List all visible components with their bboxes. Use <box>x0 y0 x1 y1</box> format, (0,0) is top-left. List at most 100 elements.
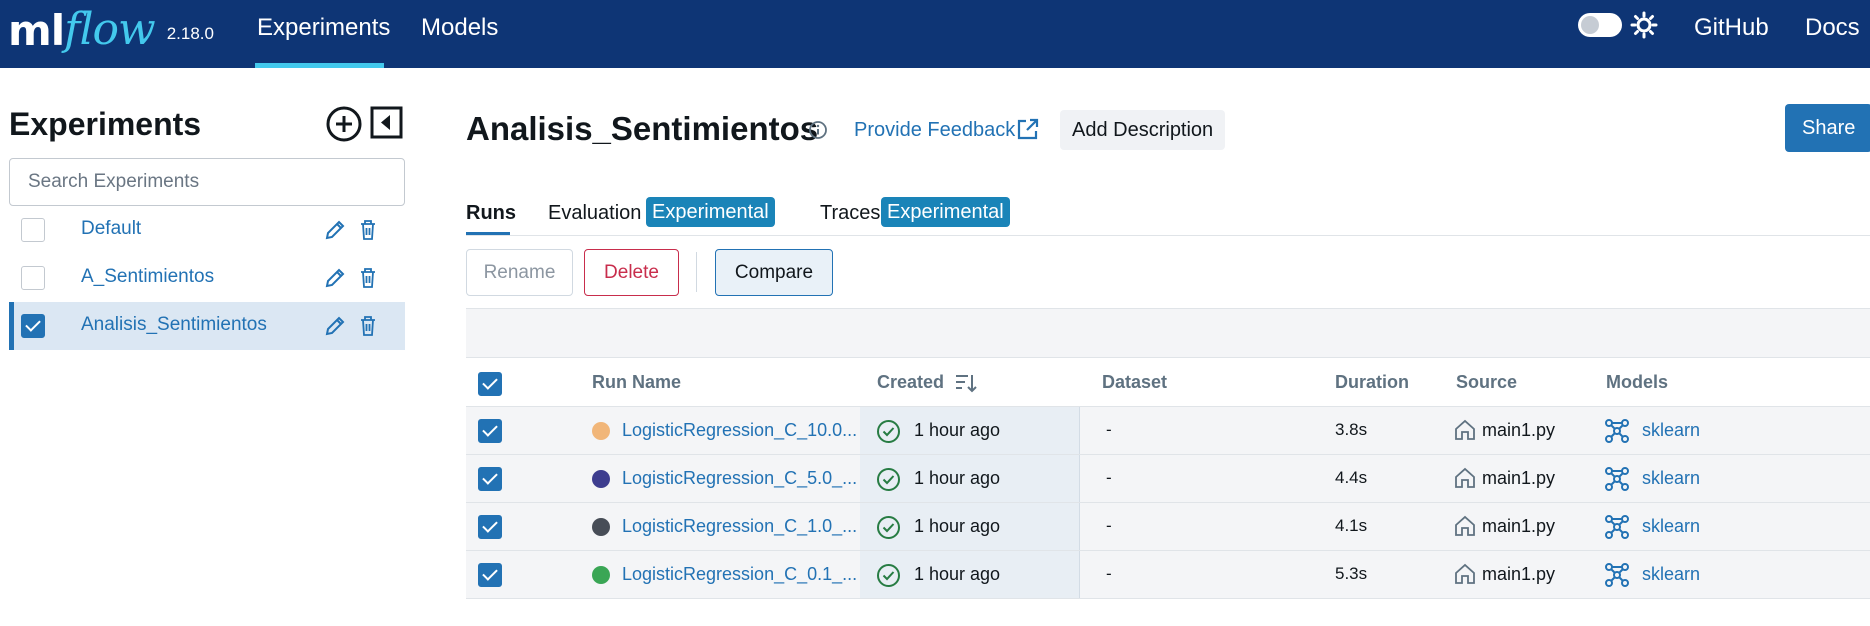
nav-docs[interactable]: Docs <box>1805 0 1860 68</box>
row-checkbox[interactable] <box>478 467 502 491</box>
version-label: 2.18.0 <box>166 24 214 43</box>
row-checkbox[interactable] <box>478 419 502 443</box>
sort-descending-icon[interactable] <box>954 372 978 394</box>
duration-value: 3.8s <box>1335 420 1368 439</box>
created-time: 1 hour ago <box>914 420 1001 440</box>
model-link[interactable]: sklearn <box>1642 468 1700 489</box>
sun-icon[interactable] <box>1630 11 1658 39</box>
experiment-item[interactable]: Default <box>9 206 405 254</box>
row-checkbox[interactable] <box>478 563 502 587</box>
run-name-link[interactable]: LogisticRegression_C_5.0_... <box>622 468 857 489</box>
success-check-icon <box>877 516 900 539</box>
column-duration[interactable]: Duration <box>1335 372 1409 393</box>
delete-button[interactable]: Delete <box>584 249 679 296</box>
button-separator <box>696 252 697 292</box>
search-experiments-input[interactable] <box>9 158 405 206</box>
external-link-icon[interactable] <box>1016 117 1040 141</box>
run-color-dot[interactable] <box>592 518 610 536</box>
model-graph-icon <box>1605 515 1629 539</box>
source-value[interactable]: main1.py <box>1482 564 1555 585</box>
trash-icon[interactable] <box>359 267 377 289</box>
collapse-sidebar-icon[interactable] <box>370 106 403 139</box>
experiment-checkbox[interactable] <box>21 314 45 338</box>
table-row[interactable]: LogisticRegression_C_5.0_... 1 hour ago - 4… <box>466 455 1870 503</box>
model-graph-icon <box>1605 467 1629 491</box>
success-check-icon <box>877 564 900 587</box>
experiment-checkbox[interactable] <box>21 218 45 242</box>
model-link[interactable]: sklearn <box>1642 420 1700 441</box>
trash-icon[interactable] <box>359 219 377 241</box>
run-color-dot[interactable] <box>592 566 610 584</box>
experiment-item[interactable]: A_Sentimientos <box>9 254 405 302</box>
duration-value: 4.1s <box>1335 516 1368 535</box>
source-value[interactable]: main1.py <box>1482 420 1555 441</box>
page-title: Analisis_Sentimientos <box>466 110 819 147</box>
info-icon[interactable] <box>808 120 828 140</box>
experiment-item-selected[interactable]: Analisis_Sentimientos <box>9 302 405 350</box>
experiment-name[interactable]: Analisis_Sentimientos <box>81 314 267 336</box>
model-link[interactable]: sklearn <box>1642 516 1700 537</box>
row-checkbox[interactable] <box>478 515 502 539</box>
table-toolbar <box>466 308 1870 358</box>
column-run-name[interactable]: Run Name <box>592 372 681 393</box>
column-source[interactable]: Source <box>1456 372 1517 393</box>
logo-flow-text: flow <box>64 4 156 55</box>
pencil-icon[interactable] <box>324 315 346 337</box>
run-name-link[interactable]: LogisticRegression_C_10.0... <box>622 420 857 441</box>
select-all-checkbox[interactable] <box>478 372 502 396</box>
sidebar-title: Experiments <box>9 106 202 142</box>
column-models[interactable]: Models <box>1606 372 1668 393</box>
experimental-badge: Experimental <box>881 197 1010 227</box>
duration-value: 4.4s <box>1335 468 1368 487</box>
success-check-icon <box>877 420 900 443</box>
experimental-badge: Experimental <box>646 197 775 227</box>
table-row[interactable]: LogisticRegression_C_0.1_... 1 hour ago - 5… <box>466 551 1870 599</box>
nav-github[interactable]: GitHub <box>1694 0 1769 68</box>
source-value[interactable]: main1.py <box>1482 516 1555 537</box>
table-row[interactable]: LogisticRegression_C_10.0... 1 hour ago - 3… <box>466 407 1870 455</box>
run-color-dot[interactable] <box>592 470 610 488</box>
column-dataset[interactable]: Dataset <box>1102 372 1167 393</box>
tab-runs[interactable]: Runs <box>466 202 516 225</box>
column-created[interactable]: Created <box>877 372 944 393</box>
created-time: 1 hour ago <box>914 564 1001 584</box>
home-icon <box>1455 563 1475 584</box>
pencil-icon[interactable] <box>324 219 346 241</box>
trash-icon[interactable] <box>359 315 377 337</box>
run-name-link[interactable]: LogisticRegression_C_1.0_... <box>622 516 857 537</box>
nav-experiments[interactable]: Experiments <box>255 0 390 68</box>
add-description-button[interactable]: Add Description <box>1060 110 1226 150</box>
add-experiment-icon[interactable] <box>326 106 362 142</box>
tab-traces[interactable]: Traces <box>820 202 880 225</box>
dataset-value: - <box>1106 420 1112 439</box>
source-value[interactable]: main1.py <box>1482 468 1555 489</box>
table-header: Run Name Created Dataset Duration Source… <box>466 358 1870 407</box>
theme-toggle[interactable] <box>1578 13 1622 37</box>
dataset-value: - <box>1106 516 1112 535</box>
logo-ml-text: ml <box>8 6 65 55</box>
model-link[interactable]: sklearn <box>1642 564 1700 585</box>
compare-button[interactable]: Compare <box>715 249 833 296</box>
nav-models[interactable]: Models <box>421 0 498 68</box>
model-graph-icon <box>1605 419 1629 443</box>
success-check-icon <box>877 468 900 491</box>
run-color-dot[interactable] <box>592 422 610 440</box>
created-time: 1 hour ago <box>914 468 1001 488</box>
home-icon <box>1455 467 1475 488</box>
pencil-icon[interactable] <box>324 267 346 289</box>
tab-evaluation[interactable]: Evaluation <box>548 202 641 225</box>
provide-feedback-link[interactable]: Provide Feedback <box>854 119 1015 142</box>
share-button[interactable]: Share <box>1785 104 1870 152</box>
dataset-value: - <box>1106 564 1112 583</box>
mlflow-logo[interactable]: ml flow 2.18.0 <box>8 0 214 60</box>
model-graph-icon <box>1605 563 1629 587</box>
created-time: 1 hour ago <box>914 516 1001 536</box>
experiment-name[interactable]: A_Sentimientos <box>81 266 214 288</box>
tabs-divider <box>466 235 1870 236</box>
experiment-checkbox[interactable] <box>21 266 45 290</box>
run-name-link[interactable]: LogisticRegression_C_0.1_... <box>622 564 857 585</box>
rename-button[interactable]: Rename <box>466 249 573 296</box>
top-bar: ml flow 2.18.0 Experiments Models GitHub… <box>0 0 1870 68</box>
experiment-name[interactable]: Default <box>81 218 141 240</box>
table-row[interactable]: LogisticRegression_C_1.0_... 1 hour ago - 4… <box>466 503 1870 551</box>
